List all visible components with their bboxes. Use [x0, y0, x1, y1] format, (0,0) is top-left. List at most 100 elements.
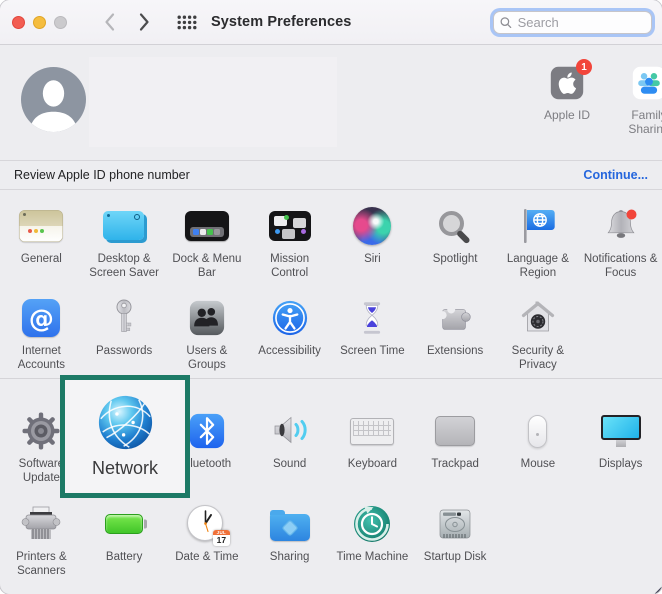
chevron-right-icon — [138, 12, 151, 32]
apple-id-banner: 1 Apple ID Family Sharing — [0, 45, 662, 160]
pref-item-label: Siri — [364, 253, 381, 267]
pref-item-label: Accessibility — [258, 345, 321, 359]
network-highlight-label: Network — [92, 458, 158, 479]
search-icon — [500, 16, 512, 29]
search-input[interactable] — [516, 14, 645, 31]
accessibility-icon — [271, 299, 309, 337]
pref-item-time-machine[interactable]: Time Machine — [331, 501, 414, 594]
pref-item-users-groups[interactable]: Users & Groups — [166, 295, 249, 378]
pref-item-label: Date & Time — [175, 551, 238, 565]
desktop-screensaver-icon — [103, 211, 144, 240]
bluetooth-icon — [188, 412, 226, 450]
passwords-icon — [104, 297, 144, 339]
close-window-button[interactable] — [12, 16, 25, 29]
pref-item-label: Sound — [273, 458, 306, 472]
pref-item-displays[interactable]: Displays — [579, 408, 662, 490]
pref-item-accessibility[interactable]: Accessibility — [248, 295, 331, 378]
date-time-icon: JUL 17 — [186, 504, 228, 544]
family-sharing-label: Family Sharing — [614, 108, 662, 136]
family-sharing-icon — [631, 65, 662, 101]
trackpad-icon — [435, 416, 475, 446]
titlebar: System Preferences — [0, 0, 662, 45]
pref-item-dock-menubar[interactable]: Dock & Menu Bar — [166, 203, 249, 290]
pref-item-date-time[interactable]: JUL 17 Date & Time — [166, 501, 249, 594]
window-title: System Preferences — [211, 14, 351, 30]
pref-item-label: General — [21, 253, 62, 267]
pref-item-sound[interactable]: Sound — [248, 408, 331, 490]
pref-item-sharing[interactable]: Sharing — [248, 501, 331, 594]
show-all-preferences-button[interactable] — [177, 15, 197, 30]
pref-item-printers-scanners[interactable]: Printers & Scanners — [0, 501, 83, 594]
pref-item-spotlight[interactable]: Spotlight — [414, 203, 497, 290]
family-sharing-item[interactable]: Family Sharing — [614, 65, 662, 136]
network-highlight-box[interactable]: Network — [60, 375, 190, 498]
language-region-icon — [517, 206, 559, 246]
pref-item-startup-disk[interactable]: Startup Disk — [414, 501, 497, 594]
pref-item-general[interactable]: General — [0, 203, 83, 290]
software-update-icon — [21, 411, 61, 451]
avatar[interactable] — [21, 67, 86, 132]
pref-item-keyboard[interactable]: Keyboard — [331, 408, 414, 490]
pref-item-mission-control[interactable]: Mission Control — [248, 203, 331, 290]
back-button[interactable] — [103, 12, 116, 32]
startup-disk-icon — [435, 505, 475, 543]
spotlight-icon — [439, 211, 464, 236]
pref-item-desktop-screensaver[interactable]: Desktop & Screen Saver — [83, 203, 166, 290]
pref-item-label: Dock & Menu Bar — [168, 253, 246, 280]
grid-icon — [177, 15, 197, 30]
pref-item-internet-accounts[interactable]: Internet Accounts — [0, 295, 83, 378]
mouse-icon — [528, 415, 547, 448]
notice-message: Review Apple ID phone number — [14, 168, 190, 182]
search-field[interactable] — [493, 11, 652, 34]
minimize-window-button[interactable] — [33, 16, 46, 29]
pref-item-label: Startup Disk — [424, 551, 487, 565]
pref-item-screen-time[interactable]: Screen Time — [331, 295, 414, 378]
pref-item-label: Internet Accounts — [2, 345, 80, 372]
sharing-icon — [270, 514, 310, 541]
pref-item-battery[interactable]: Battery — [83, 501, 166, 594]
pref-item-siri[interactable]: Siri — [331, 203, 414, 290]
battery-icon — [105, 514, 143, 534]
account-name-redacted — [89, 57, 337, 147]
pref-item-label: Notifications & Focus — [582, 253, 660, 280]
printers-scanners-icon — [20, 504, 62, 544]
pref-item-label: Spotlight — [433, 253, 478, 267]
pref-item-notifications-focus[interactable]: Notifications & Focus — [579, 203, 662, 290]
pref-item-label: Printers & Scanners — [2, 551, 80, 578]
pref-item-language-region[interactable]: Language & Region — [497, 203, 580, 290]
pref-item-security-privacy[interactable]: Security & Privacy — [497, 295, 580, 378]
zoom-window-button[interactable] — [54, 16, 67, 29]
pref-item-label: Passwords — [96, 345, 152, 359]
grid-row-4: Printers & Scanners Battery — [0, 490, 662, 594]
system-preferences-window: System Preferences — [0, 0, 662, 594]
pref-item-label: Mouse — [521, 458, 556, 472]
pref-item-trackpad[interactable]: Trackpad — [414, 408, 497, 490]
network-icon-large — [97, 394, 154, 451]
pref-item-label: Users & Groups — [168, 345, 246, 372]
pref-item-extensions[interactable]: Extensions — [414, 295, 497, 378]
apple-id-label: Apple ID — [544, 108, 590, 122]
pref-item-label: Extensions — [427, 345, 483, 359]
continue-button[interactable]: Continue... — [583, 168, 648, 182]
pref-item-label: Mission Control — [251, 253, 329, 280]
pref-item-label: Sharing — [270, 551, 310, 565]
pref-item-label: Security & Privacy — [499, 345, 577, 372]
forward-button[interactable] — [138, 12, 151, 32]
apple-id-item[interactable]: 1 Apple ID — [532, 65, 602, 122]
pref-item-mouse[interactable]: Mouse — [497, 408, 580, 490]
grid-row-1: General Desktop & Screen Saver Dock & Me… — [0, 190, 662, 290]
sound-icon — [269, 412, 311, 450]
pref-item-label: Displays — [599, 458, 642, 472]
pref-item-label: Battery — [106, 551, 142, 565]
window-controls — [12, 16, 67, 29]
general-icon — [19, 210, 63, 242]
security-privacy-icon — [518, 298, 558, 338]
grid-row-2: Internet Accounts Passwords — [0, 290, 662, 378]
pref-item-label: Desktop & Screen Saver — [85, 253, 163, 280]
pref-item-passwords[interactable]: Passwords — [83, 295, 166, 378]
extensions-icon — [435, 299, 475, 337]
keyboard-icon — [350, 418, 394, 445]
mission-control-icon — [269, 211, 311, 241]
user-avatar-icon — [21, 67, 86, 132]
chevron-left-icon — [103, 12, 116, 32]
